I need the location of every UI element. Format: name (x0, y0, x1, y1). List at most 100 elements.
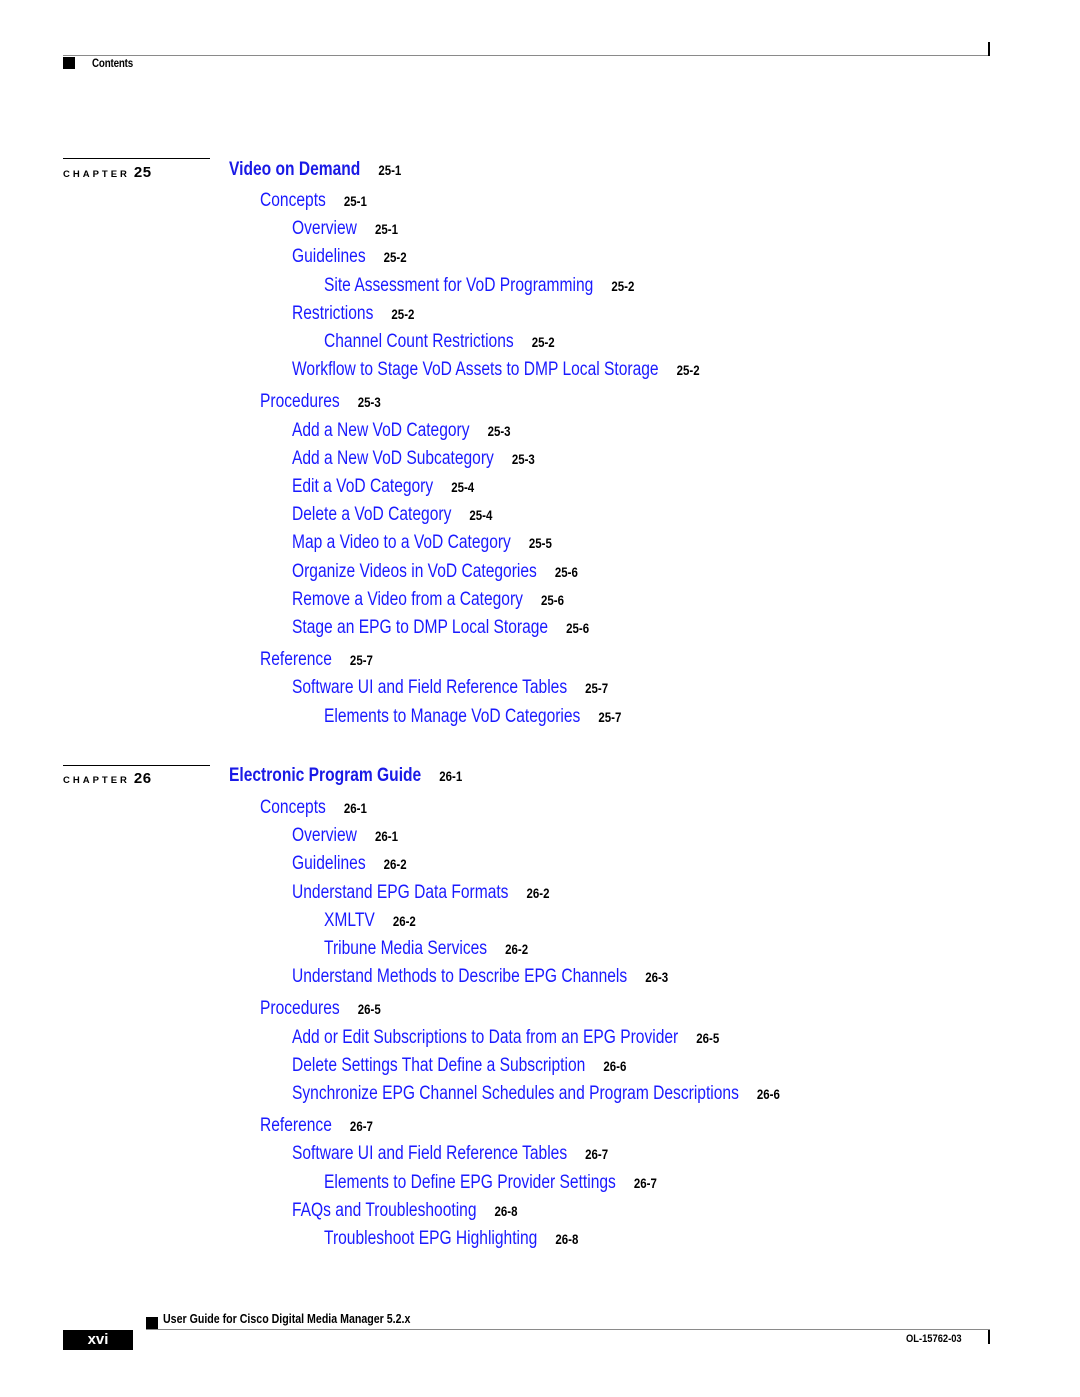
toc-entry-text: Add a New VoD Category (292, 419, 470, 441)
chapter-label: CHAPTER 25 (63, 164, 152, 181)
toc-entry-level-2[interactable]: Organize Videos in VoD Categories 25-6 (292, 561, 578, 583)
toc-entry-text: Guidelines (292, 246, 366, 268)
toc-entry-level-3[interactable]: Tribune Media Services 26-2 (324, 938, 528, 960)
toc-entry-level-2[interactable]: Map a Video to a VoD Category 25-5 (292, 532, 552, 554)
toc-entry-level-2[interactable]: Guidelines 26-2 (292, 853, 407, 875)
toc-entry-level-2[interactable]: Add a New VoD Subcategory 25-3 (292, 448, 535, 470)
page-ref: 25-3 (487, 422, 511, 439)
toc-entry-level-2[interactable]: Restrictions 25-2 (292, 303, 414, 325)
page-ref: 26-7 (349, 1118, 373, 1135)
page-ref: 25-2 (676, 362, 700, 379)
page-ref: 26-7 (585, 1146, 609, 1163)
toc-entry-level-3[interactable]: Troubleshoot EPG Highlighting 26-8 (324, 1228, 578, 1250)
page-ref: 25-4 (469, 507, 493, 524)
page-ref: 26-2 (383, 856, 407, 873)
page-ref: 25-2 (391, 305, 415, 322)
page-ref: 25-3 (511, 450, 535, 467)
chapter-title-link[interactable]: Video on Demand 25-1 (229, 159, 401, 181)
toc-entry-text: FAQs and Troubleshooting (292, 1199, 477, 1221)
footer-page-number: xvi (87, 1331, 109, 1348)
header-square-icon (63, 57, 75, 69)
footer-doc-number: OL-15762-03 (906, 1333, 962, 1345)
footer-guide-title: User Guide for Cisco Digital Media Manag… (163, 1312, 411, 1326)
toc-entry-text: Delete a VoD Category (292, 504, 452, 526)
toc-entry-level-2[interactable]: Overview 26-1 (292, 825, 398, 847)
toc-entry-level-3[interactable]: Site Assessment for VoD Programming 25-2 (324, 275, 634, 297)
toc-entry-text: Edit a VoD Category (292, 476, 434, 497)
chapter-title: Electronic Program Guide (229, 765, 422, 786)
toc-entry-level-2[interactable]: Stage an EPG to DMP Local Storage 25-6 (292, 617, 589, 639)
toc-entry-text: Procedures (260, 391, 340, 413)
page-ref: 26-6 (756, 1086, 780, 1102)
toc-entry-level-2[interactable]: Understand EPG Data Formats 26-2 (292, 882, 550, 904)
toc-entry-text: Synchronize EPG Channel Schedules and Pr… (292, 1083, 739, 1104)
toc-entry-level-2[interactable]: Delete a VoD Category 25-4 (292, 504, 492, 526)
page-ref: 26-1 (374, 828, 398, 845)
page-ref: 26-5 (696, 1029, 720, 1046)
chapter-label: CHAPTER 26 (63, 770, 152, 787)
toc-entry-level-3[interactable]: Channel Count Restrictions 25-2 (324, 331, 555, 353)
toc-entry-level-2[interactable]: Software UI and Field Reference Tables 25… (292, 677, 608, 699)
page-ref: 26-3 (645, 969, 669, 986)
page-ref: 25-2 (531, 334, 555, 350)
page-ref: 26-1 (439, 768, 463, 784)
chapter-title-link[interactable]: Electronic Program Guide 26-1 (229, 765, 462, 787)
toc-entry-text: Site Assessment for VoD Programming (324, 274, 594, 296)
toc-entry-level-1[interactable]: Concepts 26-1 (260, 797, 367, 819)
toc-entry-level-2[interactable]: Delete Settings That Define a Subscripti… (292, 1055, 626, 1077)
toc-entry-level-1[interactable]: Procedures 25-3 (260, 391, 381, 413)
page-ref: 26-8 (555, 1231, 579, 1247)
toc-entry-text: Software UI and Field Reference Tables (292, 1143, 568, 1165)
toc-entry-text: Reference (260, 649, 332, 671)
toc-entry-text: Troubleshoot EPG Highlighting (324, 1228, 538, 1249)
toc-entry-level-2[interactable]: Add a New VoD Category 25-3 (292, 420, 511, 442)
toc-entry-text: Concepts (260, 797, 326, 818)
toc-entry-level-2[interactable]: Workflow to Stage VoD Assets to DMP Loca… (292, 359, 700, 381)
toc-entry-level-2[interactable]: Understand Methods to Describe EPG Chann… (292, 966, 668, 988)
toc-entry-text: Concepts (260, 190, 326, 211)
toc-entry-text: Channel Count Restrictions (324, 331, 514, 352)
toc-entry-text: Reference (260, 1115, 332, 1137)
toc-entry-text: Restrictions (292, 302, 374, 324)
page-ref: 25-2 (383, 249, 407, 266)
toc-entry-level-1[interactable]: Procedures 26-5 (260, 998, 381, 1020)
toc-entry-text: Overview (292, 825, 357, 847)
toc-entry-level-1[interactable]: Concepts 25-1 (260, 190, 367, 212)
page-ref: 26-8 (494, 1202, 518, 1219)
page-ref: 26-2 (392, 912, 416, 929)
toc-entry-text: Guidelines (292, 853, 366, 875)
toc-entry-text: Delete Settings That Define a Subscripti… (292, 1054, 586, 1076)
toc-entry-text: Organize Videos in VoD Categories (292, 560, 537, 582)
page-ref: 25-5 (528, 535, 552, 552)
page-ref: 25-3 (357, 394, 381, 411)
toc-entry-level-3[interactable]: XMLTV 26-2 (324, 910, 416, 932)
page-ref: 25-6 (566, 620, 590, 636)
toc-entry-text: Software UI and Field Reference Tables (292, 677, 568, 699)
toc-entry-text: Procedures (260, 998, 340, 1020)
toc-entry-level-2[interactable]: Software UI and Field Reference Tables 26… (292, 1143, 608, 1165)
chapter-rule (63, 158, 210, 159)
page-ref: 25-7 (585, 680, 609, 697)
toc-entry-text: Remove a Video from a Category (292, 588, 523, 610)
toc-entry-level-2[interactable]: Remove a Video from a Category 25-6 (292, 589, 564, 611)
page-ref: 26-6 (603, 1057, 627, 1074)
header-corner-mark (988, 42, 990, 56)
chapter-title: Video on Demand (229, 159, 361, 180)
chapter-rule (63, 765, 210, 766)
toc-entry-level-3[interactable]: Elements to Define EPG Provider Settings… (324, 1172, 657, 1194)
toc-entry-level-2[interactable]: Edit a VoD Category 25-4 (292, 476, 474, 498)
toc-entry-level-1[interactable]: Reference 26-7 (260, 1115, 373, 1137)
toc-entry-level-2[interactable]: Synchronize EPG Channel Schedules and Pr… (292, 1083, 780, 1105)
page-ref: 25-4 (451, 479, 475, 495)
toc-entry-text: Stage an EPG to DMP Local Storage (292, 617, 549, 638)
toc-entry-level-2[interactable]: Guidelines 25-2 (292, 246, 407, 268)
toc-entry-text: Tribune Media Services (324, 938, 488, 959)
toc-entry-level-3[interactable]: Elements to Manage VoD Categories 25-7 (324, 706, 621, 728)
toc-entry-level-2[interactable]: Overview 25-1 (292, 218, 398, 240)
header-section-label: Contents (92, 58, 133, 70)
toc-entry-level-1[interactable]: Reference 25-7 (260, 649, 373, 671)
toc-entry-level-2[interactable]: FAQs and Troubleshooting 26-8 (292, 1200, 518, 1222)
toc-entry-level-2[interactable]: Add or Edit Subscriptions to Data from a… (292, 1027, 719, 1049)
toc-entry-text: Elements to Manage VoD Categories (324, 705, 581, 727)
page-ref: 25-1 (374, 221, 398, 238)
